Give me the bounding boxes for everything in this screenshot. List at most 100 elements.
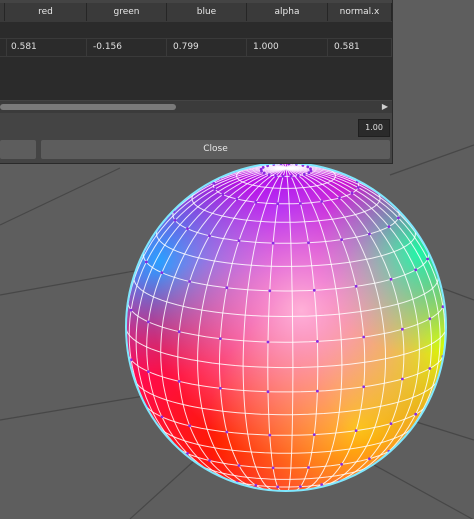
- mesh-vertex[interactable]: [306, 165, 310, 169]
- horizontal-scrollbar[interactable]: ▶: [0, 101, 392, 113]
- mesh-vertex[interactable]: [144, 260, 148, 264]
- mesh-vertex[interactable]: [340, 238, 343, 242]
- table-cell[interactable]: 0.581: [328, 38, 392, 56]
- mesh-vertex[interactable]: [354, 284, 358, 288]
- mesh-vertex[interactable]: [276, 485, 280, 489]
- mesh-vertex[interactable]: [356, 186, 360, 189]
- mesh-vertex[interactable]: [296, 174, 300, 178]
- mesh-vertex[interactable]: [389, 422, 393, 425]
- mesh-vertex[interactable]: [225, 430, 229, 434]
- mesh-vertex[interactable]: [188, 280, 192, 283]
- mesh-vertex[interactable]: [316, 340, 319, 343]
- column-header[interactable]: green: [87, 3, 167, 21]
- mesh-vertex[interactable]: [414, 268, 418, 272]
- mesh-vertex[interactable]: [338, 196, 341, 200]
- mesh-vertex[interactable]: [208, 234, 211, 238]
- mesh-vertex[interactable]: [299, 202, 302, 205]
- column-header[interactable]: blue: [167, 3, 247, 21]
- mesh-vertex[interactable]: [426, 257, 429, 261]
- mesh-vertex[interactable]: [414, 412, 418, 416]
- mesh-vertex[interactable]: [262, 171, 266, 175]
- mesh-vertex[interactable]: [254, 483, 258, 487]
- mesh-vertex[interactable]: [276, 202, 280, 206]
- mesh-vertex[interactable]: [188, 424, 192, 428]
- scrollbar-thumb[interactable]: [0, 104, 176, 110]
- mesh-vertex[interactable]: [160, 415, 164, 419]
- table-cell[interactable]: -0.156: [87, 38, 167, 56]
- row-divider: [0, 21, 392, 22]
- mesh-vertex[interactable]: [147, 320, 150, 324]
- mesh-vertex[interactable]: [177, 380, 181, 383]
- column-header[interactable]: red: [5, 3, 87, 21]
- table-row[interactable]: 0.581 -0.156 0.799 1.000 0.581: [0, 38, 392, 56]
- mesh-vertex[interactable]: [271, 241, 275, 245]
- mesh-vertex[interactable]: [160, 271, 164, 274]
- mesh-vertex[interactable]: [428, 317, 432, 321]
- mesh-vertex[interactable]: [267, 173, 271, 177]
- mesh-vertex[interactable]: [307, 241, 310, 245]
- mesh-vertex[interactable]: [261, 166, 265, 169]
- mesh-vertex[interactable]: [320, 483, 324, 486]
- mesh-vertex[interactable]: [221, 193, 225, 196]
- mesh-vertex[interactable]: [266, 340, 270, 344]
- mesh-vertex[interactable]: [362, 335, 366, 339]
- mesh-vertex[interactable]: [368, 457, 371, 461]
- mesh-vertex[interactable]: [303, 172, 306, 176]
- mesh-vertex[interactable]: [289, 174, 293, 178]
- mesh-vertex[interactable]: [281, 175, 285, 178]
- column-header[interactable]: alpha: [247, 3, 328, 21]
- mesh-vertex[interactable]: [208, 459, 211, 462]
- mesh-vertex[interactable]: [340, 462, 343, 466]
- attribute-panel: red green blue alpha normal.x 0.581 -0.156 0.7…: [0, 0, 393, 164]
- mesh-vertex[interactable]: [428, 367, 432, 370]
- mesh-vertex[interactable]: [368, 232, 371, 236]
- mesh-vertex[interactable]: [219, 337, 222, 340]
- mesh-vertex[interactable]: [320, 200, 324, 203]
- sphere-mesh[interactable]: [120, 160, 450, 495]
- table-cell[interactable]: 0.799: [167, 38, 247, 56]
- mesh-vertex[interactable]: [299, 485, 302, 488]
- mesh-vertex[interactable]: [266, 390, 270, 394]
- mesh-vertex[interactable]: [177, 330, 181, 334]
- mesh-vertex[interactable]: [401, 377, 404, 381]
- mesh-vertex[interactable]: [186, 227, 189, 231]
- mesh-vertex[interactable]: [213, 187, 217, 191]
- mesh-vertex[interactable]: [401, 327, 404, 331]
- mesh-vertex[interactable]: [225, 286, 229, 290]
- mesh-vertex[interactable]: [147, 370, 150, 373]
- mesh-vertex[interactable]: [312, 288, 316, 292]
- row-divider: [0, 56, 392, 57]
- mesh-vertex[interactable]: [307, 171, 311, 175]
- column-header[interactable]: normal.x: [328, 3, 392, 21]
- mesh-vertex[interactable]: [219, 386, 222, 390]
- mesh-vertex[interactable]: [389, 277, 393, 281]
- close-button[interactable]: Close: [41, 140, 390, 159]
- mesh-vertex[interactable]: [254, 200, 258, 204]
- mesh-vertex[interactable]: [237, 464, 241, 467]
- value-row: 1.00: [0, 117, 392, 137]
- mesh-vertex[interactable]: [309, 167, 312, 171]
- mesh-vertex[interactable]: [268, 433, 272, 437]
- table-cell[interactable]: 1.000: [247, 38, 328, 56]
- mesh-vertex[interactable]: [268, 289, 272, 293]
- mesh-vertex[interactable]: [129, 308, 133, 312]
- mesh-vertex[interactable]: [316, 389, 319, 393]
- mesh-vertex[interactable]: [173, 218, 177, 222]
- mesh-vertex[interactable]: [235, 197, 239, 201]
- mesh-vertex[interactable]: [307, 466, 310, 469]
- apply-button[interactable]: [0, 140, 36, 159]
- mesh-vertex[interactable]: [237, 239, 241, 243]
- mesh-vertex[interactable]: [387, 225, 391, 229]
- value-field[interactable]: 1.00: [358, 119, 390, 137]
- mesh-vertex[interactable]: [260, 169, 263, 173]
- mesh-vertex[interactable]: [271, 466, 275, 470]
- mesh-vertex[interactable]: [274, 174, 277, 178]
- mesh-vertex[interactable]: [397, 216, 400, 220]
- mesh-vertex[interactable]: [312, 433, 316, 436]
- triangle-right-icon[interactable]: ▶: [382, 102, 388, 112]
- mesh-vertex[interactable]: [354, 429, 358, 432]
- mesh-vertex[interactable]: [350, 191, 354, 195]
- table-cell[interactable]: 0.581: [5, 38, 87, 56]
- mesh-vertex[interactable]: [362, 385, 366, 389]
- mesh-vertex[interactable]: [212, 181, 216, 185]
